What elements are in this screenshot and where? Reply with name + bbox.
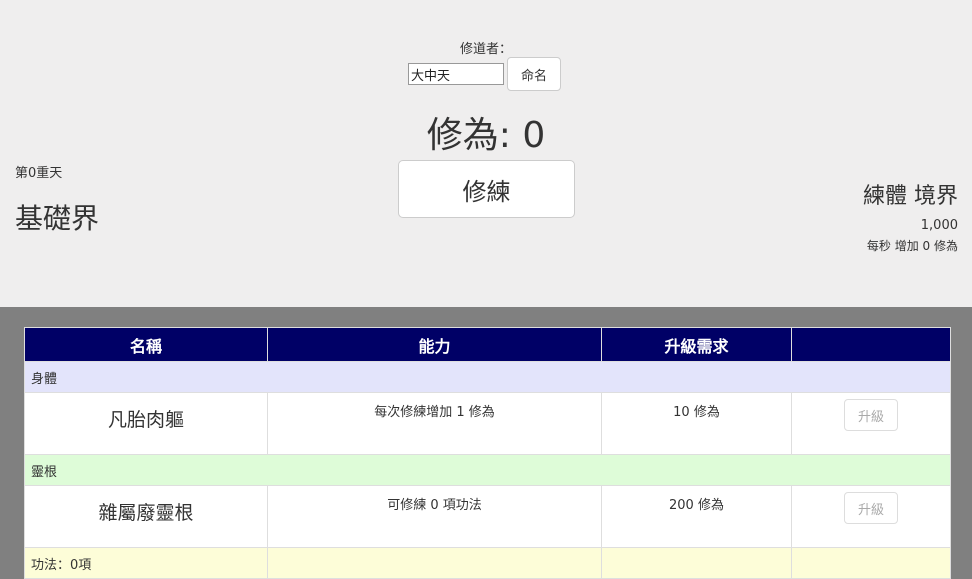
name-row: 命名 bbox=[408, 57, 561, 91]
stage-title: 練體 境界 bbox=[863, 184, 958, 209]
upgrade-table-container: 名稱 能力 升級需求 身體 凡胎肉軀 每次修練增加 1 修為 10 修為 升級 … bbox=[24, 327, 951, 579]
upgrade-button-body[interactable]: 升級 bbox=[844, 399, 898, 431]
realm-name: 基礎界 bbox=[15, 202, 100, 235]
category-label-techniques: 功法：0項 bbox=[24, 547, 268, 579]
name-input[interactable] bbox=[408, 63, 504, 85]
empty-cell bbox=[601, 547, 792, 579]
item-name: 雜屬廢靈根 bbox=[24, 485, 268, 548]
upgrade-table: 名稱 能力 升級需求 身體 凡胎肉軀 每次修練增加 1 修為 10 修為 升級 … bbox=[24, 327, 951, 579]
column-header-name: 名稱 bbox=[24, 327, 268, 362]
empty-cell bbox=[791, 547, 951, 579]
item-cost: 10 修為 bbox=[601, 392, 792, 455]
category-row-techniques: 功法：0項 bbox=[24, 547, 951, 579]
category-label-root: 靈根 bbox=[24, 454, 951, 486]
column-header-ability: 能力 bbox=[267, 327, 602, 362]
category-row-body: 身體 bbox=[24, 361, 951, 393]
column-header-requirement: 升級需求 bbox=[601, 327, 792, 362]
top-panel: 修道者： 命名 修為: 0 修練 第0重天 基礎界 練體 境界 1,000 每秒… bbox=[0, 0, 972, 307]
table-header-row: 名稱 能力 升級需求 bbox=[24, 327, 951, 362]
column-header-action bbox=[791, 327, 951, 362]
upgrade-cell: 升級 bbox=[791, 485, 951, 548]
item-cost: 200 修為 bbox=[601, 485, 792, 548]
table-row: 凡胎肉軀 每次修練增加 1 修為 10 修為 升級 bbox=[24, 392, 951, 455]
category-label-body: 身體 bbox=[24, 361, 951, 393]
empty-cell bbox=[267, 547, 602, 579]
upgrade-button-root[interactable]: 升級 bbox=[844, 492, 898, 524]
next-requirement: 1,000 bbox=[920, 218, 958, 233]
train-button[interactable]: 修練 bbox=[398, 160, 575, 218]
cultivation-rate: 每秒 增加 0 修為 bbox=[866, 239, 958, 253]
category-row-root: 靈根 bbox=[24, 454, 951, 486]
cultivator-label: 修道者： bbox=[459, 42, 512, 57]
cultivation-display: 修為: 0 bbox=[426, 115, 546, 156]
heaven-level: 第0重天 bbox=[15, 166, 63, 181]
item-ability: 可修練 0 項功法 bbox=[267, 485, 602, 548]
item-name: 凡胎肉軀 bbox=[24, 392, 268, 455]
table-row: 雜屬廢靈根 可修練 0 項功法 200 修為 升級 bbox=[24, 485, 951, 548]
name-button[interactable]: 命名 bbox=[507, 57, 561, 91]
item-ability: 每次修練增加 1 修為 bbox=[267, 392, 602, 455]
upgrade-cell: 升級 bbox=[791, 392, 951, 455]
